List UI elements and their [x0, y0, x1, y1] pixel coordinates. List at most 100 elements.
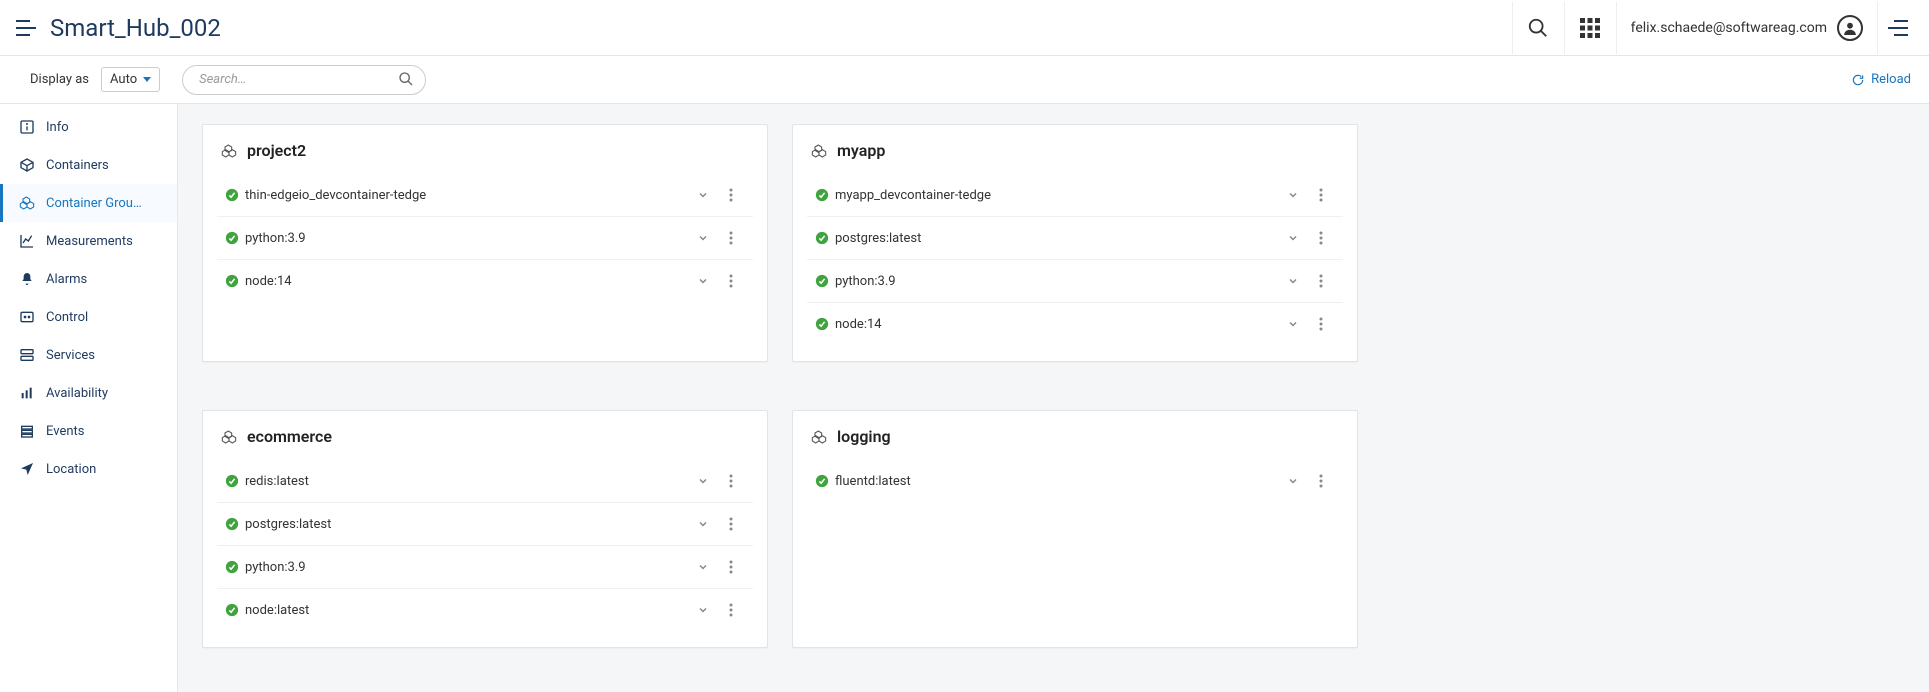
container-row[interactable]: python:3.9 — [807, 259, 1343, 302]
content-area: project2 thin-edgeio_devcontainer-tedge … — [178, 104, 1929, 692]
sidebar: Info Containers Container Grou… Measurement… — [0, 104, 178, 692]
row-menu-button[interactable] — [717, 599, 745, 621]
group-icon — [811, 429, 827, 445]
search-button[interactable] — [1512, 2, 1564, 54]
expand-button[interactable] — [1279, 313, 1307, 335]
expand-button[interactable] — [689, 270, 717, 292]
row-menu-button[interactable] — [1307, 313, 1335, 335]
right-drawer-toggle-icon[interactable] — [1877, 2, 1917, 54]
group-title: myapp — [837, 141, 885, 160]
sidebar-item-info[interactable]: Info — [0, 108, 177, 146]
sidebar-item-label: Availability — [46, 386, 108, 401]
sidebar-item-label: Events — [46, 424, 84, 439]
sidebar-item-control[interactable]: Control — [0, 298, 177, 336]
row-menu-button[interactable] — [717, 470, 745, 492]
location-icon — [18, 460, 36, 478]
container-row[interactable]: myapp_devcontainer-tedge — [807, 174, 1343, 216]
container-row[interactable]: thin-edgeio_devcontainer-tedge — [217, 174, 753, 216]
reload-label: Reload — [1871, 72, 1911, 87]
expand-button[interactable] — [1279, 470, 1307, 492]
sidebar-item-events[interactable]: Events — [0, 412, 177, 450]
sidebar-item-services[interactable]: Services — [0, 336, 177, 374]
display-as-label: Display as — [30, 72, 89, 87]
group-title: logging — [837, 427, 891, 446]
apps-grid-icon[interactable] — [1564, 2, 1616, 54]
container-icon — [18, 156, 36, 174]
sidebar-item-label: Containers — [46, 158, 109, 173]
sidebar-item-chart[interactable]: Measurements — [0, 222, 177, 260]
container-row[interactable]: postgres:latest — [217, 502, 753, 545]
card-header: project2 — [203, 125, 767, 168]
search-input[interactable] — [182, 65, 426, 95]
events-icon — [18, 422, 36, 440]
top-bar: Smart_Hub_002 felix.schaede@softwareag.c… — [0, 0, 1929, 56]
container-row[interactable]: fluentd:latest — [807, 460, 1343, 502]
row-menu-button[interactable] — [717, 184, 745, 206]
container-row[interactable]: python:3.9 — [217, 545, 753, 588]
row-menu-button[interactable] — [717, 556, 745, 578]
status-ok-icon — [225, 560, 239, 574]
container-name: myapp_devcontainer-tedge — [835, 188, 1279, 203]
sidebar-item-bell[interactable]: Alarms — [0, 260, 177, 298]
row-menu-button[interactable] — [1307, 270, 1335, 292]
sidebar-item-group[interactable]: Container Grou… — [0, 184, 177, 222]
container-row[interactable]: redis:latest — [217, 460, 753, 502]
menu-toggle-icon[interactable] — [12, 14, 40, 42]
container-row[interactable]: node:14 — [807, 302, 1343, 345]
bell-icon — [18, 270, 36, 288]
status-ok-icon — [225, 517, 239, 531]
status-ok-icon — [815, 231, 829, 245]
sidebar-item-label: Location — [46, 462, 96, 477]
sidebar-item-label: Control — [46, 310, 88, 325]
expand-button[interactable] — [1279, 270, 1307, 292]
row-menu-button[interactable] — [717, 513, 745, 535]
expand-button[interactable] — [689, 184, 717, 206]
expand-button[interactable] — [689, 227, 717, 249]
sidebar-item-container[interactable]: Containers — [0, 146, 177, 184]
group-card: project2 thin-edgeio_devcontainer-tedge … — [202, 124, 768, 362]
status-ok-icon — [225, 188, 239, 202]
row-menu-button[interactable] — [1307, 227, 1335, 249]
expand-button[interactable] — [1279, 184, 1307, 206]
container-name: fluentd:latest — [835, 474, 1279, 489]
card-header: logging — [793, 411, 1357, 454]
row-menu-button[interactable] — [717, 227, 745, 249]
sidebar-item-bars[interactable]: Availability — [0, 374, 177, 412]
sidebar-item-label: Container Grou… — [46, 196, 142, 211]
card-header: myapp — [793, 125, 1357, 168]
status-ok-icon — [225, 603, 239, 617]
container-name: python:3.9 — [245, 560, 689, 575]
row-menu-button[interactable] — [1307, 470, 1335, 492]
container-name: thin-edgeio_devcontainer-tedge — [245, 188, 689, 203]
control-icon — [18, 308, 36, 326]
reload-button[interactable]: Reload — [1851, 72, 1911, 87]
sidebar-item-label: Alarms — [46, 272, 87, 287]
container-row[interactable]: node:14 — [217, 259, 753, 302]
row-menu-button[interactable] — [717, 270, 745, 292]
container-name: python:3.9 — [835, 274, 1279, 289]
bars-icon — [18, 384, 36, 402]
container-name: redis:latest — [245, 474, 689, 489]
expand-button[interactable] — [689, 470, 717, 492]
card-header: ecommerce — [203, 411, 767, 454]
group-card: ecommerce redis:latest postgres:latest p… — [202, 410, 768, 648]
row-menu-button[interactable] — [1307, 184, 1335, 206]
group-title: ecommerce — [247, 427, 332, 446]
expand-button[interactable] — [689, 513, 717, 535]
sidebar-item-location[interactable]: Location — [0, 450, 177, 488]
container-row[interactable]: node:latest — [217, 588, 753, 631]
expand-button[interactable] — [1279, 227, 1307, 249]
expand-button[interactable] — [689, 599, 717, 621]
search-icon — [398, 71, 414, 87]
group-icon — [811, 143, 827, 159]
services-icon — [18, 346, 36, 364]
status-ok-icon — [225, 274, 239, 288]
sidebar-item-label: Services — [46, 348, 95, 363]
user-menu[interactable]: felix.schaede@softwareag.com — [1616, 2, 1877, 54]
container-row[interactable]: postgres:latest — [807, 216, 1343, 259]
chevron-down-icon — [143, 77, 151, 82]
expand-button[interactable] — [689, 556, 717, 578]
display-as-select[interactable]: Auto — [101, 67, 160, 92]
container-row[interactable]: python:3.9 — [217, 216, 753, 259]
chart-icon — [18, 232, 36, 250]
